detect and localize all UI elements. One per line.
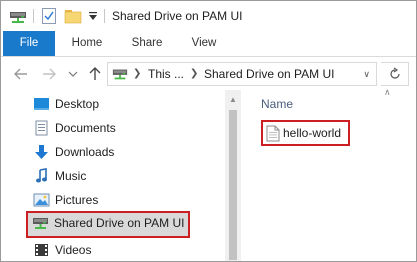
sidebar-item-downloads[interactable]: Downloads: [27, 140, 223, 164]
downloads-icon: [35, 145, 48, 159]
music-icon: [36, 168, 47, 183]
documents-icon: [35, 120, 48, 136]
address-dropdown-icon[interactable]: ∨: [363, 69, 370, 80]
breadcrumb-current-folder[interactable]: Shared Drive on PAM UI: [204, 67, 335, 81]
sidebar-item-shared-drive[interactable]: Shared Drive on PAM UI: [26, 211, 190, 238]
videos-icon: [35, 244, 48, 256]
tab-view[interactable]: View: [181, 31, 227, 56]
text-file-icon: [266, 125, 280, 142]
sidebar-item-label: Music: [55, 169, 87, 183]
arrow-left-icon[interactable]: [13, 66, 29, 82]
sidebar-item-label: Desktop: [55, 97, 100, 111]
sort-ascending-icon: ∧: [384, 87, 391, 97]
sidebar-item-label: Shared Drive on PAM UI: [54, 216, 185, 230]
recent-locations-chevron-icon[interactable]: [68, 66, 78, 82]
title-bar: Shared Drive on PAM UI: [1, 1, 416, 31]
new-folder-icon[interactable]: [64, 7, 82, 25]
desktop-icon: [34, 98, 49, 110]
customize-toolbar-dropdown-icon[interactable]: [88, 10, 98, 22]
arrow-right-icon[interactable]: [41, 66, 57, 82]
sidebar-item-pictures[interactable]: Pictures: [27, 188, 223, 212]
file-explorer-window: Shared Drive on PAM UI File Home Share V…: [0, 0, 417, 262]
sidebar-item-label: Videos: [55, 243, 92, 257]
breadcrumb-chevron-icon[interactable]: ❯: [133, 68, 141, 79]
breadcrumb-chevron-icon[interactable]: ❯: [190, 68, 198, 79]
arrow-up-icon[interactable]: [87, 66, 103, 82]
window-title: Shared Drive on PAM UI: [112, 9, 243, 23]
drive-icon: [112, 69, 128, 80]
sidebar-item-label: Downloads: [55, 145, 115, 159]
file-name: hello-world: [283, 126, 342, 140]
drive-icon[interactable]: [9, 7, 27, 25]
sidebar-item-videos[interactable]: Videos: [27, 238, 223, 261]
separator: [104, 9, 105, 23]
navigation-pane: Desktop Documents Downloads Music Pictur…: [1, 90, 241, 261]
pictures-icon: [33, 193, 50, 207]
refresh-button[interactable]: [381, 62, 409, 86]
network-drive-icon: [33, 218, 48, 229]
ribbon-tabs: File Home Share View: [1, 31, 416, 57]
breadcrumb-this-pc[interactable]: This ...: [148, 67, 184, 81]
navigation-bar: ❯ This ... ❯ Shared Drive on PAM UI ∨: [1, 58, 416, 90]
sidebar-item-label: Pictures: [55, 193, 99, 207]
refresh-icon: [390, 67, 400, 79]
column-header-name[interactable]: Name: [261, 97, 293, 111]
navigation-pane-scrollbar[interactable]: ▲: [225, 90, 241, 261]
sidebar-item-documents[interactable]: Documents: [27, 116, 223, 140]
sidebar-item-label: Documents: [55, 121, 116, 135]
tab-file[interactable]: File: [3, 31, 55, 56]
scroll-up-icon[interactable]: ▲: [229, 95, 237, 104]
sidebar-item-desktop[interactable]: Desktop: [27, 92, 223, 116]
tab-share[interactable]: Share: [119, 31, 175, 56]
scrollbar-thumb[interactable]: [229, 110, 237, 260]
address-bar[interactable]: ❯ This ... ❯ Shared Drive on PAM UI ∨: [107, 62, 377, 86]
file-item[interactable]: hello-world: [261, 120, 350, 146]
sidebar-item-music[interactable]: Music: [27, 164, 223, 188]
properties-icon[interactable]: [41, 7, 57, 25]
tab-home[interactable]: Home: [61, 31, 113, 56]
file-list-pane: ∧ Name hello-world: [243, 87, 416, 261]
separator: [33, 9, 34, 23]
